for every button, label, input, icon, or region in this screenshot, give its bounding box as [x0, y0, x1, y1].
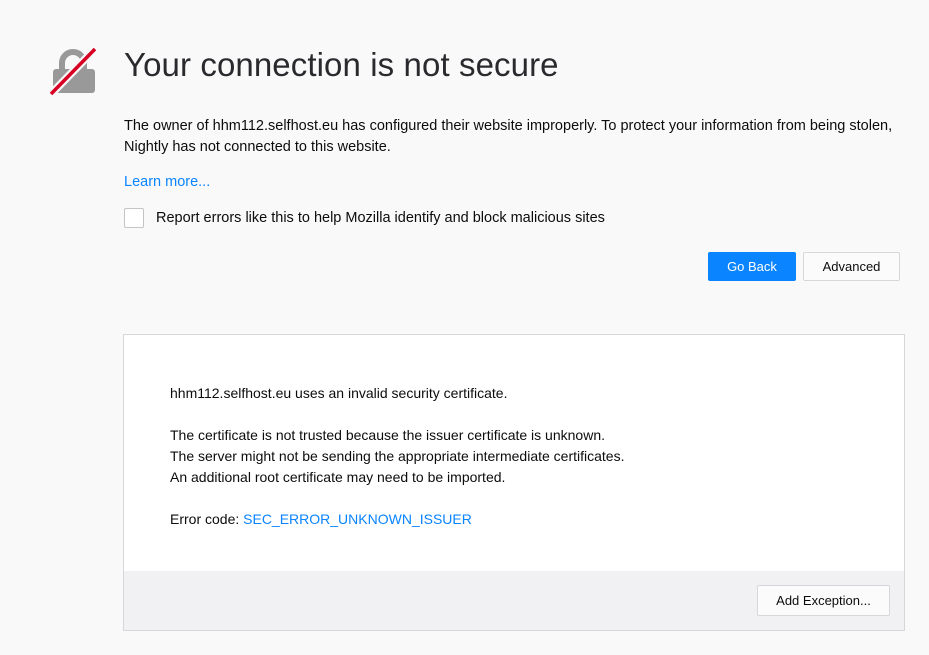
error-code-link[interactable]: SEC_ERROR_UNKNOWN_ISSUER [243, 511, 472, 527]
error-code-line: Error code: SEC_ERROR_UNKNOWN_ISSUER [170, 509, 884, 530]
go-back-button[interactable]: Go Back [708, 252, 796, 281]
error-code-prefix: Error code: [170, 511, 244, 527]
error-page: Your connection is not secure The owner … [0, 0, 929, 655]
error-description: The owner of hhm112.selfhost.eu has conf… [124, 118, 893, 155]
intermediate-cert-text: The server might not be sending the appr… [170, 448, 625, 464]
report-errors-checkbox[interactable] [124, 208, 144, 228]
broken-lock-icon [48, 46, 98, 96]
issuer-unknown-text: The certificate is not trusted because t… [170, 427, 605, 443]
learn-more-link[interactable]: Learn more... [124, 174, 210, 190]
page-title: Your connection is not secure [124, 46, 559, 83]
invalid-certificate-text: hhm112.selfhost.eu uses an invalid secur… [170, 385, 508, 401]
advanced-panel-body: hhm112.selfhost.eu uses an invalid secur… [170, 383, 884, 530]
advanced-button[interactable]: Advanced [803, 252, 900, 281]
report-errors-label[interactable]: Report errors like this to help Mozilla … [156, 210, 605, 226]
report-errors-row[interactable]: Report errors like this to help Mozilla … [124, 208, 605, 228]
advanced-panel-footer: Add Exception... [124, 571, 904, 630]
advanced-panel: hhm112.selfhost.eu uses an invalid secur… [123, 334, 905, 631]
add-exception-button[interactable]: Add Exception... [757, 585, 890, 616]
root-cert-text: An additional root certificate may need … [170, 469, 506, 485]
